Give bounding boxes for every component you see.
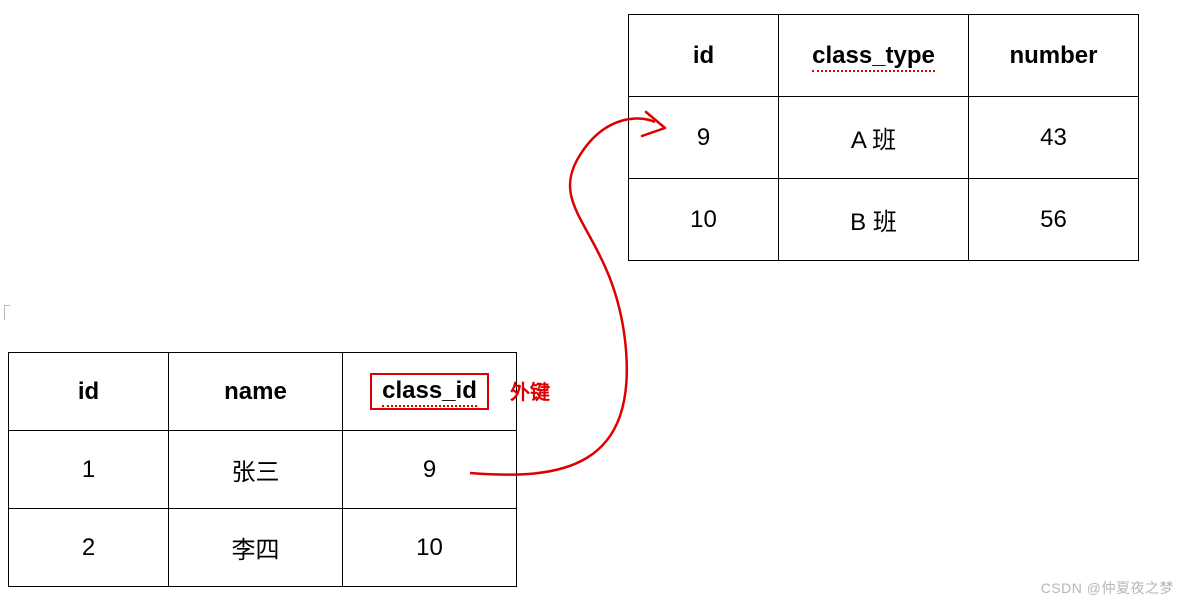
fk-highlight-box: class_id: [370, 373, 489, 410]
cell-class-number-0: 43: [969, 97, 1139, 179]
table-row: 1 张三 9: [9, 431, 517, 509]
cell-student-classid-1: 10: [343, 509, 517, 587]
student-table-header-id: id: [9, 353, 169, 431]
class-table-header-number: number: [969, 15, 1139, 97]
table-row: 10 B 班 56: [629, 179, 1139, 261]
diagram-canvas: id class_type number 9 A 班 43 10 B 班 56 …: [0, 0, 1184, 602]
cell-student-name-1: 李四: [169, 509, 343, 587]
table-header-row: id name class_id: [9, 353, 517, 431]
table-row: 9 A 班 43: [629, 97, 1139, 179]
student-table-header-classid: class_id: [343, 353, 517, 431]
cell-class-type-1: B 班: [779, 179, 969, 261]
fk-label: 外键: [510, 376, 550, 405]
header-classtype-text: class_type: [812, 42, 935, 72]
student-table: id name class_id 1 张三 9 2 李四 10: [8, 352, 517, 587]
class-table-header-classtype: class_type: [779, 15, 969, 97]
cell-student-classid-0: 9: [343, 431, 517, 509]
class-table-header-id: id: [629, 15, 779, 97]
page-edge-mark: [4, 305, 10, 320]
table-row: 2 李四 10: [9, 509, 517, 587]
class-table: id class_type number 9 A 班 43 10 B 班 56: [628, 14, 1139, 261]
cell-class-type-0: A 班: [779, 97, 969, 179]
header-classid-text: class_id: [382, 377, 477, 407]
cell-student-id-0: 1: [9, 431, 169, 509]
cell-class-number-1: 56: [969, 179, 1139, 261]
watermark: CSDN @仲夏夜之梦: [1041, 578, 1174, 598]
cell-class-id-1: 10: [629, 179, 779, 261]
table-header-row: id class_type number: [629, 15, 1139, 97]
student-table-header-name: name: [169, 353, 343, 431]
cell-class-id-0: 9: [629, 97, 779, 179]
cell-student-id-1: 2: [9, 509, 169, 587]
cell-student-name-0: 张三: [169, 431, 343, 509]
